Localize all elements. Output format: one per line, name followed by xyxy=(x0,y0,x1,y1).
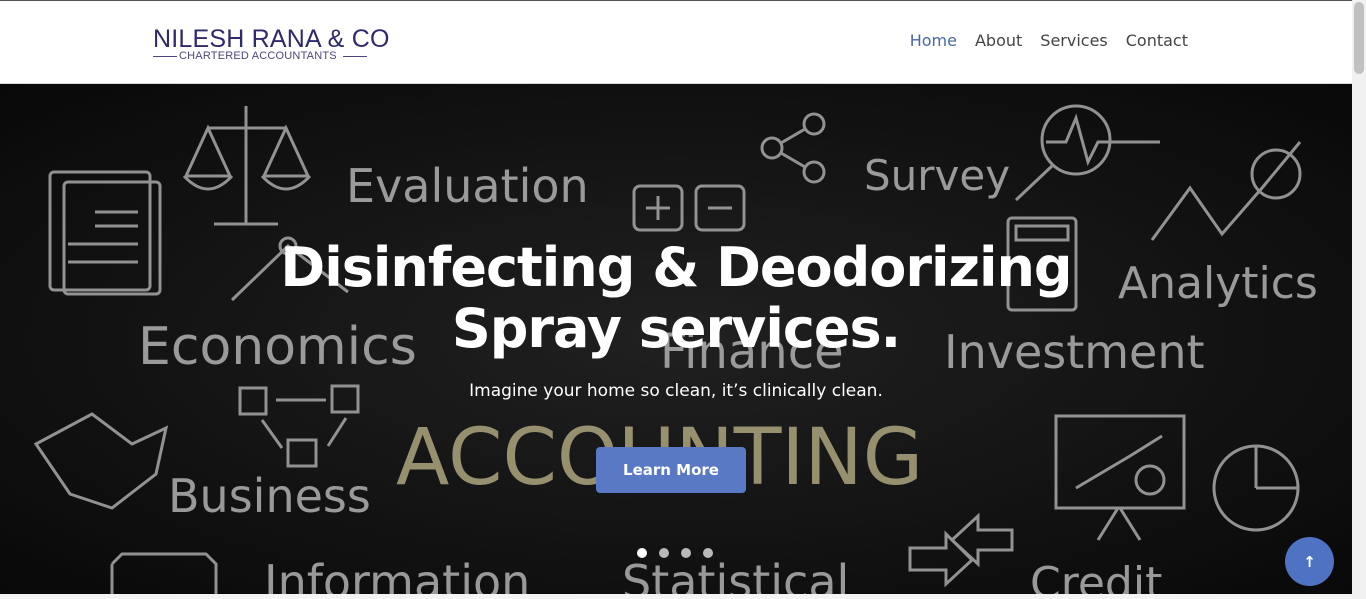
learn-more-button[interactable]: Learn More xyxy=(596,447,746,493)
back-to-top-button[interactable]: ↑ xyxy=(1285,537,1334,586)
page-bottom-edge xyxy=(0,594,1352,599)
header-navbar: NILESH RANA & CO CHARTERED ACCOUNTANTS H… xyxy=(0,1,1352,84)
slide-dot-2[interactable] xyxy=(659,548,669,558)
arrow-up-icon: ↑ xyxy=(1303,552,1316,571)
slide-dot-3[interactable] xyxy=(681,548,691,558)
slider-dots xyxy=(637,548,713,558)
hero-slider: Evaluation Survey Analytics Economics Fi… xyxy=(0,84,1352,594)
company-logo[interactable]: NILESH RANA & CO CHARTERED ACCOUNTANTS xyxy=(153,25,390,65)
hero-title-line2: Spray services. xyxy=(451,297,901,360)
nav-home[interactable]: Home xyxy=(910,31,957,51)
hero-title-line1: Disinfecting & Deodorizing xyxy=(280,236,1072,299)
logo-rule-right xyxy=(343,56,367,57)
hero-title: Disinfecting & Deodorizing Spray service… xyxy=(0,237,1352,359)
nav-about[interactable]: About xyxy=(975,31,1022,51)
scrollbar-thumb[interactable] xyxy=(1354,2,1364,74)
vertical-scrollbar[interactable] xyxy=(1352,0,1366,599)
logo-title: NILESH RANA & CO xyxy=(153,25,390,53)
hero-subtitle: Imagine your home so clean, it’s clinica… xyxy=(469,381,883,401)
slide-dot-1[interactable] xyxy=(637,548,647,558)
logo-subtitle: CHARTERED ACCOUNTANTS xyxy=(179,50,337,62)
nav-contact[interactable]: Contact xyxy=(1126,31,1188,51)
logo-subtitle-row: CHARTERED ACCOUNTANTS xyxy=(153,50,369,62)
logo-rule-left xyxy=(153,56,177,57)
slide-dot-4[interactable] xyxy=(703,548,713,558)
nav-services[interactable]: Services xyxy=(1040,31,1107,51)
main-nav: Home About Services Contact xyxy=(910,31,1188,51)
